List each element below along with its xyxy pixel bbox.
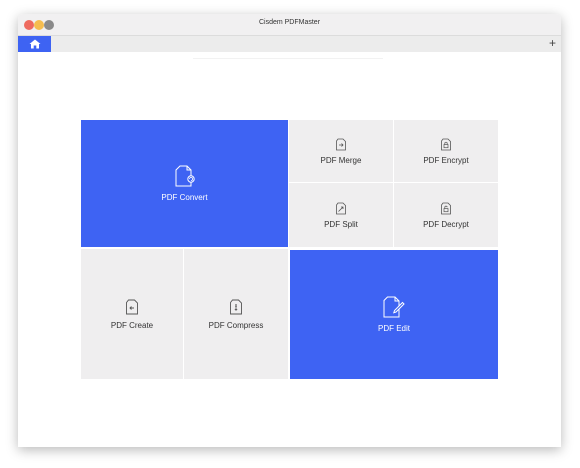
tab-bar: + [18, 36, 561, 52]
app-window: Cisdem PDFMaster + PDF Convert PDF Merge… [18, 14, 561, 447]
pdf-encrypt-label: PDF Encrypt [423, 155, 469, 165]
document-convert-icon [175, 165, 195, 187]
pdf-split-tile[interactable]: PDF Split [289, 183, 393, 247]
pdf-compress-label: PDF Compress [208, 320, 264, 330]
home-tab[interactable] [18, 36, 51, 52]
pdf-edit-tile[interactable]: PDF Edit [290, 250, 498, 379]
document-merge-icon [336, 138, 346, 150]
pdf-encrypt-tile[interactable]: PDF Encrypt [394, 120, 498, 182]
new-tab-button[interactable]: + [549, 36, 556, 52]
window-title: Cisdem PDFMaster [258, 19, 321, 26]
pdf-decrypt-label: PDF Decrypt [423, 219, 469, 229]
pdf-merge-tile[interactable]: PDF Merge [289, 120, 393, 182]
pdf-split-label: PDF Split [324, 219, 358, 229]
document-unlock-icon [441, 202, 451, 214]
pdf-merge-label: PDF Merge [320, 155, 362, 165]
pdf-convert-tile[interactable]: PDF Convert [81, 120, 288, 247]
document-lock-icon [441, 138, 451, 150]
document-split-icon [336, 202, 346, 214]
document-compress-icon [230, 299, 242, 314]
pdf-create-label: PDF Create [110, 320, 154, 330]
pdf-convert-label: PDF Convert [161, 193, 208, 202]
divider [193, 58, 383, 59]
pdf-compress-tile[interactable]: PDF Compress [184, 249, 288, 379]
document-create-icon [126, 299, 138, 314]
document-edit-icon [383, 296, 405, 318]
tools-grid: PDF Convert PDF Merge PDF Encrypt PDF Sp… [81, 120, 498, 379]
pdf-decrypt-tile[interactable]: PDF Decrypt [394, 183, 498, 247]
title-bar: Cisdem PDFMaster [18, 14, 561, 36]
house-icon [29, 39, 40, 49]
pdf-create-tile[interactable]: PDF Create [81, 249, 183, 379]
pdf-edit-label: PDF Edit [377, 324, 410, 333]
